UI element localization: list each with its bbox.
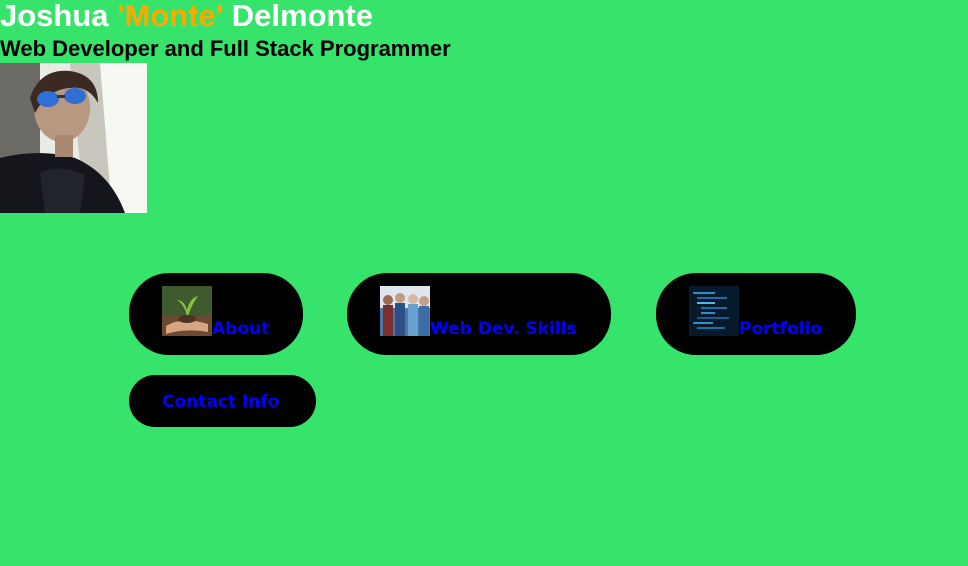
page-title: Joshua 'Monte' Delmonte	[0, 0, 373, 34]
nickname: 'Monte'	[117, 0, 224, 33]
contact-info-button[interactable]: Contact Info	[129, 375, 316, 427]
team-icon	[380, 286, 430, 336]
plant-hands-icon	[162, 286, 212, 336]
first-name: Joshua	[0, 0, 118, 33]
profile-photo	[0, 63, 147, 213]
page-subtitle: Web Developer and Full Stack Programmer	[0, 36, 451, 61]
portfolio-button[interactable]: Portfolio	[656, 273, 856, 355]
about-link[interactable]: About	[212, 319, 269, 339]
code-screen-icon	[689, 286, 739, 336]
last-name: Delmonte	[223, 0, 374, 33]
about-button[interactable]: About	[129, 273, 303, 355]
web-dev-skills-button[interactable]: Web Dev. Skills	[347, 273, 611, 355]
web-dev-skills-link[interactable]: Web Dev. Skills	[430, 319, 577, 339]
portfolio-link[interactable]: Portfolio	[739, 319, 822, 339]
contact-info-link[interactable]: Contact Info	[162, 392, 279, 412]
